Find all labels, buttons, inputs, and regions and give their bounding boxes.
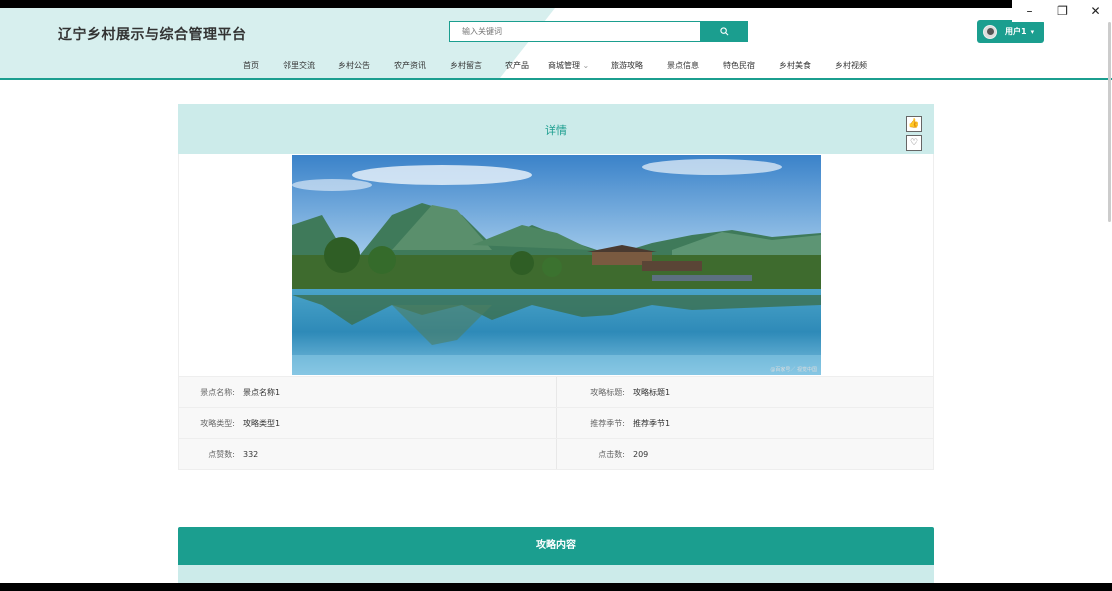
field-value: 攻略标题1 xyxy=(633,387,671,397)
info-cell: 点击数: 209 xyxy=(556,439,933,469)
scenic-photo: @百家号／ 视觉中国 xyxy=(292,155,821,375)
table-row: 景点名称: 景点名称1 攻略标题: 攻略标题1 xyxy=(179,376,933,407)
nav-item-home[interactable]: 首页 xyxy=(243,60,283,71)
detail-title: 详情 xyxy=(545,124,567,137)
strategy-body xyxy=(178,565,934,583)
search-bar xyxy=(449,21,748,42)
info-cell: 攻略类型: 攻略类型1 xyxy=(179,408,556,438)
field-value: 攻略类型1 xyxy=(243,418,281,428)
field-label: 推荐季节: xyxy=(590,418,625,428)
info-cell: 攻略标题: 攻略标题1 xyxy=(556,377,933,407)
nav-item-scenic[interactable]: 景点信息 xyxy=(667,60,723,71)
nav-item-food[interactable]: 乡村美食 xyxy=(779,60,835,71)
field-label: 攻略类型: xyxy=(200,418,235,428)
search-icon xyxy=(720,27,729,36)
heart-icon[interactable]: ♡ xyxy=(906,135,922,151)
info-cell: 景点名称: 景点名称1 xyxy=(179,377,556,407)
field-value: 209 xyxy=(633,449,649,459)
thumbs-up-icon[interactable]: 👍 xyxy=(906,116,922,132)
screen-bottom-bar xyxy=(0,583,1112,591)
field-value: 332 xyxy=(243,449,259,459)
nav-item-products[interactable]: 农产品 xyxy=(505,60,548,71)
nav-item-homestay[interactable]: 特色民宿 xyxy=(723,60,779,71)
table-row: 攻略类型: 攻略类型1 推荐季节: 推荐季节1 xyxy=(179,407,933,438)
site-header: 辽宁乡村展示与综合管理平台 用户1 ▾ 首页 邻里交流 乡村公告 农产资讯 乡村… xyxy=(0,8,1112,80)
nav-item-notice[interactable]: 乡村公告 xyxy=(338,60,394,71)
restore-button[interactable]: ❐ xyxy=(1046,4,1079,18)
field-label: 攻略标题: xyxy=(590,387,625,397)
nav-item-mall[interactable]: 商城管理 ⌄ xyxy=(548,60,611,71)
browser-viewport: 辽宁乡村展示与综合管理平台 用户1 ▾ 首页 邻里交流 乡村公告 农产资讯 乡村… xyxy=(0,8,1112,583)
image-area: @百家号／ 视觉中国 xyxy=(178,154,934,376)
nav-item-mall-label: 商城管理 xyxy=(548,61,580,70)
info-cell: 点赞数: 332 xyxy=(179,439,556,469)
nav-item-news[interactable]: 农产资讯 xyxy=(394,60,450,71)
avatar xyxy=(983,24,997,39)
field-value: 推荐季节1 xyxy=(633,418,671,428)
info-cell: 推荐季节: 推荐季节1 xyxy=(556,408,933,438)
minimize-button[interactable]: – xyxy=(1013,4,1046,18)
chevron-down-icon: ⌄ xyxy=(582,61,590,70)
landscape-image xyxy=(292,155,821,375)
scrollbar[interactable] xyxy=(1108,22,1112,222)
user-name: 用户1 xyxy=(1005,27,1027,36)
caret-down-icon: ▾ xyxy=(1030,27,1035,36)
detail-header: 详情 👍 ♡ xyxy=(178,104,934,154)
table-row: 点赞数: 332 点击数: 209 xyxy=(179,438,933,469)
strategy-title: 攻略内容 xyxy=(178,527,934,565)
nav-item-video[interactable]: 乡村视频 xyxy=(835,60,885,71)
nav-item-neighbor[interactable]: 邻里交流 xyxy=(283,60,338,71)
nav-item-travel[interactable]: 旅游攻略 xyxy=(611,60,667,71)
nav-item-message[interactable]: 乡村留言 xyxy=(450,60,505,71)
close-button[interactable]: ✕ xyxy=(1079,4,1112,18)
strategy-section: 攻略内容 xyxy=(178,527,934,583)
photo-credit: @百家号／ 视觉中国 xyxy=(770,367,817,373)
scrollbar-thumb[interactable] xyxy=(1108,22,1111,222)
field-label: 点赞数: xyxy=(208,449,235,459)
main-nav: 首页 邻里交流 乡村公告 农产资讯 乡村留言 农产品 商城管理 ⌄ 旅游攻略 景… xyxy=(243,60,885,71)
screen-top-bar xyxy=(0,0,1112,8)
info-table: 景点名称: 景点名称1 攻略标题: 攻略标题1 攻略类型: 攻略类型1 推荐季节… xyxy=(178,376,934,470)
field-value: 景点名称1 xyxy=(243,387,281,397)
detail-card: 详情 👍 ♡ @百家号／ 视觉中国 景点名称: 景点名称1 攻略标题: 攻略标题… xyxy=(178,104,934,470)
field-label: 景点名称: xyxy=(200,387,235,397)
search-button[interactable] xyxy=(701,21,748,42)
window-controls: – ❐ ✕ xyxy=(1012,0,1112,22)
search-input[interactable] xyxy=(449,21,701,42)
user-menu-button[interactable]: 用户1 ▾ xyxy=(977,20,1044,43)
site-title: 辽宁乡村展示与综合管理平台 xyxy=(58,27,247,43)
field-label: 点击数: xyxy=(598,449,625,459)
